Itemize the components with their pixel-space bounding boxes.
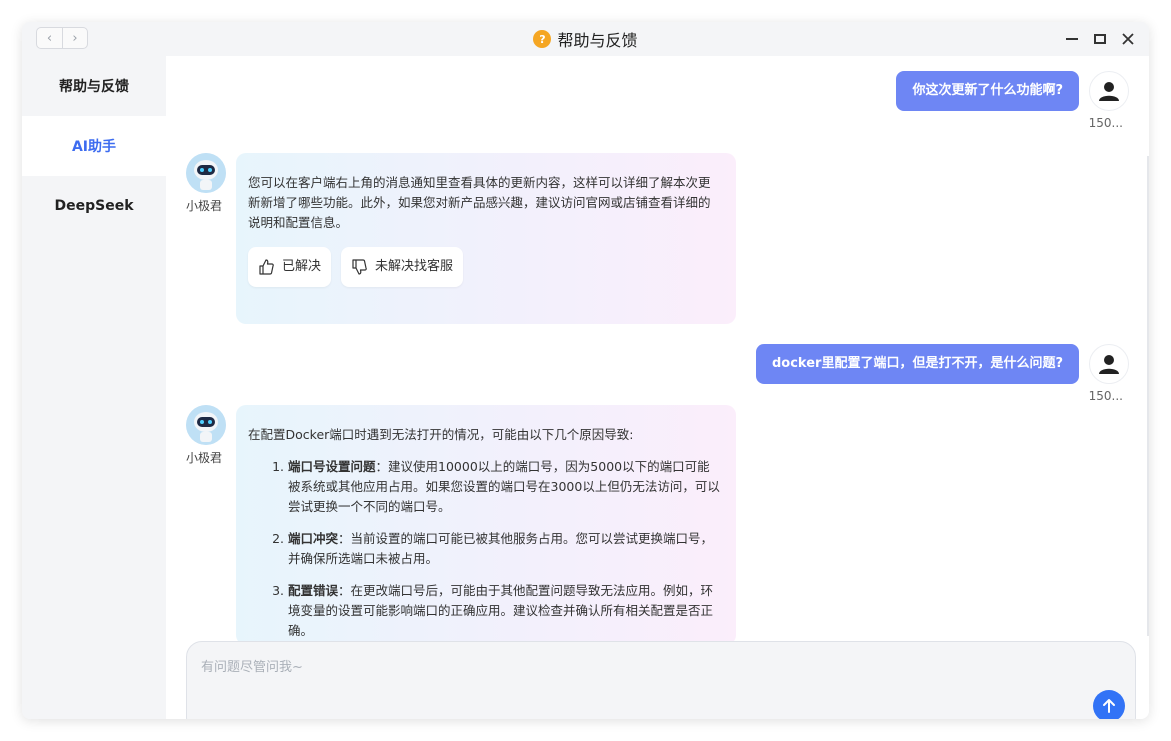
list-item: 配置错误：在更改端口号后，可能由于其他配置问题导致无法应用。例如，环境变量的设置…: [288, 581, 722, 641]
close-icon: [1122, 33, 1134, 45]
scrollbar[interactable]: [1147, 156, 1149, 636]
sidebar-item-label: AI助手: [71, 139, 117, 155]
thumbs-down-icon: [352, 259, 367, 275]
bot-message-card: 在配置Docker端口时遇到无法打开的情况，可能由以下几个原因导致: 端口号设置…: [236, 405, 736, 645]
user-avatar: [1089, 71, 1129, 111]
user-name: 150...: [1088, 116, 1123, 130]
robot-icon: [186, 153, 226, 193]
minimize-button[interactable]: [1061, 28, 1083, 50]
sidebar-item-label: DeepSeek: [54, 198, 134, 214]
send-button[interactable]: [1093, 690, 1125, 719]
bot-name: 小极君: [186, 451, 223, 465]
bot-name: 小极君: [186, 199, 223, 213]
maximize-icon: [1094, 34, 1106, 44]
reason-separator: ：: [338, 531, 351, 546]
bot-avatar: [186, 405, 226, 445]
feedback-buttons: 已解决 未解决找客服: [248, 247, 722, 287]
solved-button[interactable]: 已解决: [248, 247, 332, 287]
close-button[interactable]: [1117, 28, 1139, 50]
message-input-box: [186, 641, 1136, 719]
user-icon: [1099, 355, 1119, 374]
solved-label: 已解决: [282, 259, 322, 274]
user-name: 150...: [1088, 389, 1123, 403]
chat-panel: 你这次更新了什么功能啊? 150... 小极君 您可以在客户端右上角的消息通知里…: [166, 56, 1149, 719]
app-window: ‹ › ? 帮助与反馈 帮助与反馈 AI助手 DeepSeek 你这次更新了什么…: [22, 22, 1149, 719]
robot-icon: [186, 405, 226, 445]
user-avatar: [1089, 344, 1129, 384]
bot-avatar: [186, 153, 226, 193]
sidebar-item-ai-assistant[interactable]: AI助手: [22, 116, 166, 176]
unsolved-button[interactable]: 未解决找客服: [341, 247, 464, 287]
reason-separator: ：: [338, 583, 351, 598]
window-title: ? 帮助与反馈: [22, 22, 1149, 56]
bot-message-intro: 在配置Docker端口时遇到无法打开的情况，可能由以下几个原因导致:: [248, 427, 634, 442]
help-icon: ?: [533, 30, 552, 48]
list-item: 端口号设置问题：建议使用10000以上的端口号，因为5000以下的端口可能被系统…: [288, 457, 722, 517]
user-message-bubble: 你这次更新了什么功能啊?: [896, 71, 1079, 111]
window-controls: [1061, 28, 1139, 50]
minimize-icon: [1066, 38, 1078, 40]
sidebar: 帮助与反馈 AI助手 DeepSeek: [22, 56, 166, 719]
thumbs-up-icon: [259, 259, 274, 275]
sidebar-item-label: 帮助与反馈: [59, 79, 129, 95]
title-bar: ‹ › ? 帮助与反馈: [22, 22, 1149, 56]
reason-text: 当前设置的端口可能已被其他服务占用。您可以尝试更换端口号，并确保所选端口未被占用…: [288, 531, 714, 566]
maximize-button[interactable]: [1089, 28, 1111, 50]
message-input[interactable]: [201, 656, 1081, 686]
reason-title: 配置错误: [288, 583, 339, 598]
reason-separator: ：: [375, 459, 389, 474]
user-icon: [1099, 82, 1119, 101]
list-item: 端口冲突：当前设置的端口可能已被其他服务占用。您可以尝试更换端口号，并确保所选端…: [288, 529, 722, 569]
sidebar-item-help[interactable]: 帮助与反馈: [22, 56, 166, 116]
reason-list: 端口号设置问题：建议使用10000以上的端口号，因为5000以下的端口可能被系统…: [248, 457, 722, 641]
sidebar-item-deepseek[interactable]: DeepSeek: [22, 176, 166, 236]
reason-title: 端口号设置问题: [288, 459, 376, 474]
reason-text: 在更改端口号后，可能由于其他配置问题导致无法应用。例如，环境变量的设置可能影响端…: [288, 583, 714, 638]
reason-title: 端口冲突: [288, 531, 339, 546]
window-title-text: 帮助与反馈: [557, 31, 638, 50]
arrow-up-icon: [1103, 699, 1115, 713]
bot-message-card: 您可以在客户端右上角的消息通知里查看具体的更新内容，这样可以详细了解本次更新新增…: [236, 153, 736, 324]
bot-message-text: 您可以在客户端右上角的消息通知里查看具体的更新内容，这样可以详细了解本次更新新增…: [248, 175, 711, 230]
user-message-bubble: docker里配置了端口，但是打不开，是什么问题?: [755, 344, 1079, 384]
unsolved-label: 未解决找客服: [375, 259, 454, 274]
